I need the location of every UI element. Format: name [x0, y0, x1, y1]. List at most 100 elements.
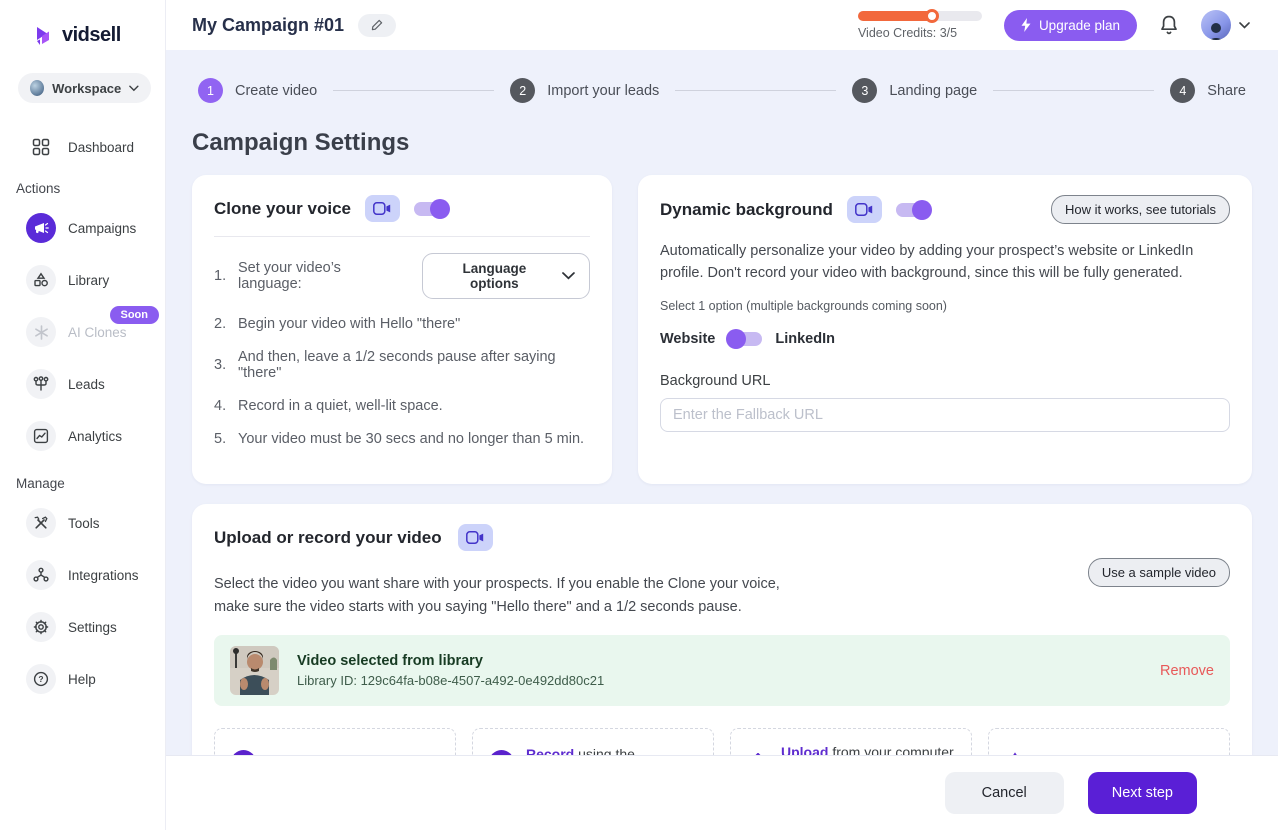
step-index: 5.: [214, 431, 232, 447]
sidebar: vidsell Workspace Dashboard Actions Camp…: [0, 0, 166, 830]
dashboard-icon: [26, 138, 56, 156]
sidebar-item-leads[interactable]: Leads: [0, 362, 165, 406]
step-label: Share: [1207, 83, 1246, 99]
sidebar-item-library[interactable]: Library: [0, 258, 165, 302]
clone-voice-card: Clone your voice 1. Set your video’s lan…: [192, 175, 612, 484]
brand-logo: vidsell: [0, 24, 165, 47]
clone-step-2: 2. Begin your video with Hello "there": [214, 316, 590, 332]
step-index: 2.: [214, 316, 232, 332]
workspace-label: Workspace: [52, 81, 121, 96]
sidebar-item-label: Tools: [68, 516, 100, 531]
chevron-down-icon: [129, 85, 139, 92]
step-label: Landing page: [889, 83, 977, 99]
video-camera-icon: [458, 524, 493, 551]
record-extension-link[interactable]: Record: [526, 746, 574, 755]
brand-name: vidsell: [62, 24, 121, 47]
option-rest: from your computer: [832, 744, 953, 755]
sidebar-item-settings[interactable]: Settings: [0, 605, 165, 649]
step-text: Set your video’s language:: [238, 260, 408, 292]
website-linkedin-toggle[interactable]: [728, 332, 762, 346]
sidebar-item-label: AI Clones: [68, 325, 127, 340]
sidebar-item-analytics[interactable]: Analytics: [0, 414, 165, 458]
sidebar-section-actions: Actions: [0, 171, 165, 206]
language-options-dropdown[interactable]: Language options: [422, 253, 590, 299]
upload-computer-option[interactable]: Upload from your computer MP4 ou MOV (ma…: [730, 728, 972, 755]
step-index: 1.: [214, 268, 232, 284]
website-option-label[interactable]: Website: [660, 331, 715, 347]
clone-step-3: 3. And then, leave a 1/2 seconds pause a…: [214, 349, 590, 381]
dynamic-background-toggle[interactable]: [896, 203, 930, 217]
credits-progress-fill: [858, 11, 932, 21]
background-source-switch: Website LinkedIn: [660, 331, 1230, 347]
clone-step-4: 4. Record in a quiet, well-lit space.: [214, 398, 590, 414]
sidebar-item-label: Analytics: [68, 429, 122, 444]
linkedin-option-label[interactable]: LinkedIn: [775, 331, 835, 347]
sidebar-item-tools[interactable]: Tools: [0, 501, 165, 545]
background-url-label: Background URL: [660, 373, 1230, 389]
clone-voice-toggle[interactable]: [414, 202, 448, 216]
step-label: Create video: [235, 83, 317, 99]
sidebar-item-dashboard[interactable]: Dashboard: [0, 131, 165, 163]
pencil-icon: [371, 19, 383, 31]
selected-video-banner: Video selected from library Library ID: …: [214, 635, 1230, 706]
upload-computer-link[interactable]: Upload: [781, 744, 828, 755]
upload-description-line2: make sure the video starts with you sayi…: [214, 599, 742, 615]
notifications-button[interactable]: [1159, 14, 1179, 36]
sidebar-item-label: Help: [68, 672, 96, 687]
footer-bar: Cancel Next step: [166, 755, 1278, 830]
stepper-connector: [333, 90, 494, 91]
record-local-option[interactable]: REC Record local: [214, 728, 456, 755]
dynamic-background-title: Dynamic background: [660, 200, 833, 220]
step-import-leads[interactable]: 2 Import your leads: [510, 78, 659, 103]
cancel-button[interactable]: Cancel: [945, 772, 1064, 814]
step-landing-page[interactable]: 3 Landing page: [852, 78, 977, 103]
record-extension-option[interactable]: REC Record using the extension: [472, 728, 714, 755]
select-option-note: Select 1 option (multiple backgrounds co…: [660, 299, 1230, 313]
upgrade-plan-button[interactable]: Upgrade plan: [1004, 10, 1137, 41]
dynamic-background-card: Dynamic background How it works, see tut…: [638, 175, 1252, 484]
sidebar-item-label: Campaigns: [68, 221, 136, 236]
user-menu[interactable]: [1201, 10, 1250, 40]
video-credits-widget: Video Credits: 3/5: [858, 11, 982, 40]
edit-campaign-name-button[interactable]: [358, 14, 396, 37]
sidebar-item-help[interactable]: ? Help: [0, 657, 165, 701]
step-share[interactable]: 4 Share: [1170, 78, 1246, 103]
analytics-chart-icon: [26, 421, 56, 451]
svg-text:?: ?: [38, 674, 43, 684]
tools-icon: [26, 508, 56, 538]
sidebar-section-manage: Manage: [0, 466, 165, 501]
sidebar-item-label: Leads: [68, 377, 105, 392]
stepper: 1 Create video 2 Import your leads 3 Lan…: [198, 78, 1246, 103]
step-text: Your video must be 30 secs and no longer…: [238, 431, 584, 447]
clone-voice-title: Clone your voice: [214, 199, 351, 219]
main-panel: My Campaign #01 Video Credits: 3/5 Upgra…: [166, 0, 1278, 830]
remove-video-link[interactable]: Remove: [1160, 663, 1214, 679]
choose-library-option[interactable]: Choose video in library: [988, 728, 1230, 755]
clone-step-1: 1. Set your video’s language: Language o…: [214, 253, 590, 299]
page-title: Campaign Settings: [192, 129, 1252, 157]
upgrade-plan-label: Upgrade plan: [1039, 18, 1120, 33]
app-root: vidsell Workspace Dashboard Actions Camp…: [0, 0, 1278, 830]
integrations-icon: [26, 560, 56, 590]
stepper-connector: [993, 90, 1154, 91]
workspace-switcher[interactable]: Workspace: [18, 73, 151, 103]
avatar: [1201, 10, 1231, 40]
lightning-icon: [1021, 18, 1031, 32]
library-shapes-icon: [26, 265, 56, 295]
use-sample-video-button[interactable]: Use a sample video: [1088, 558, 1230, 587]
next-step-button[interactable]: Next step: [1088, 772, 1197, 814]
divider: [214, 236, 590, 237]
topbar: My Campaign #01 Video Credits: 3/5 Upgra…: [166, 0, 1278, 50]
stepper-connector: [675, 90, 836, 91]
step-number: 1: [198, 78, 223, 103]
upload-description-line1: Select the video you want share with you…: [214, 576, 780, 592]
video-thumbnail: [230, 646, 279, 695]
background-url-input[interactable]: [660, 398, 1230, 432]
video-camera-icon: [847, 196, 882, 223]
sidebar-item-integrations[interactable]: Integrations: [0, 553, 165, 597]
step-create-video[interactable]: 1 Create video: [198, 78, 317, 103]
tutorials-button[interactable]: How it works, see tutorials: [1051, 195, 1230, 224]
sidebar-item-campaigns[interactable]: Campaigns: [0, 206, 165, 250]
language-options-label: Language options: [437, 261, 552, 291]
credits-progress-bar: [858, 11, 982, 21]
